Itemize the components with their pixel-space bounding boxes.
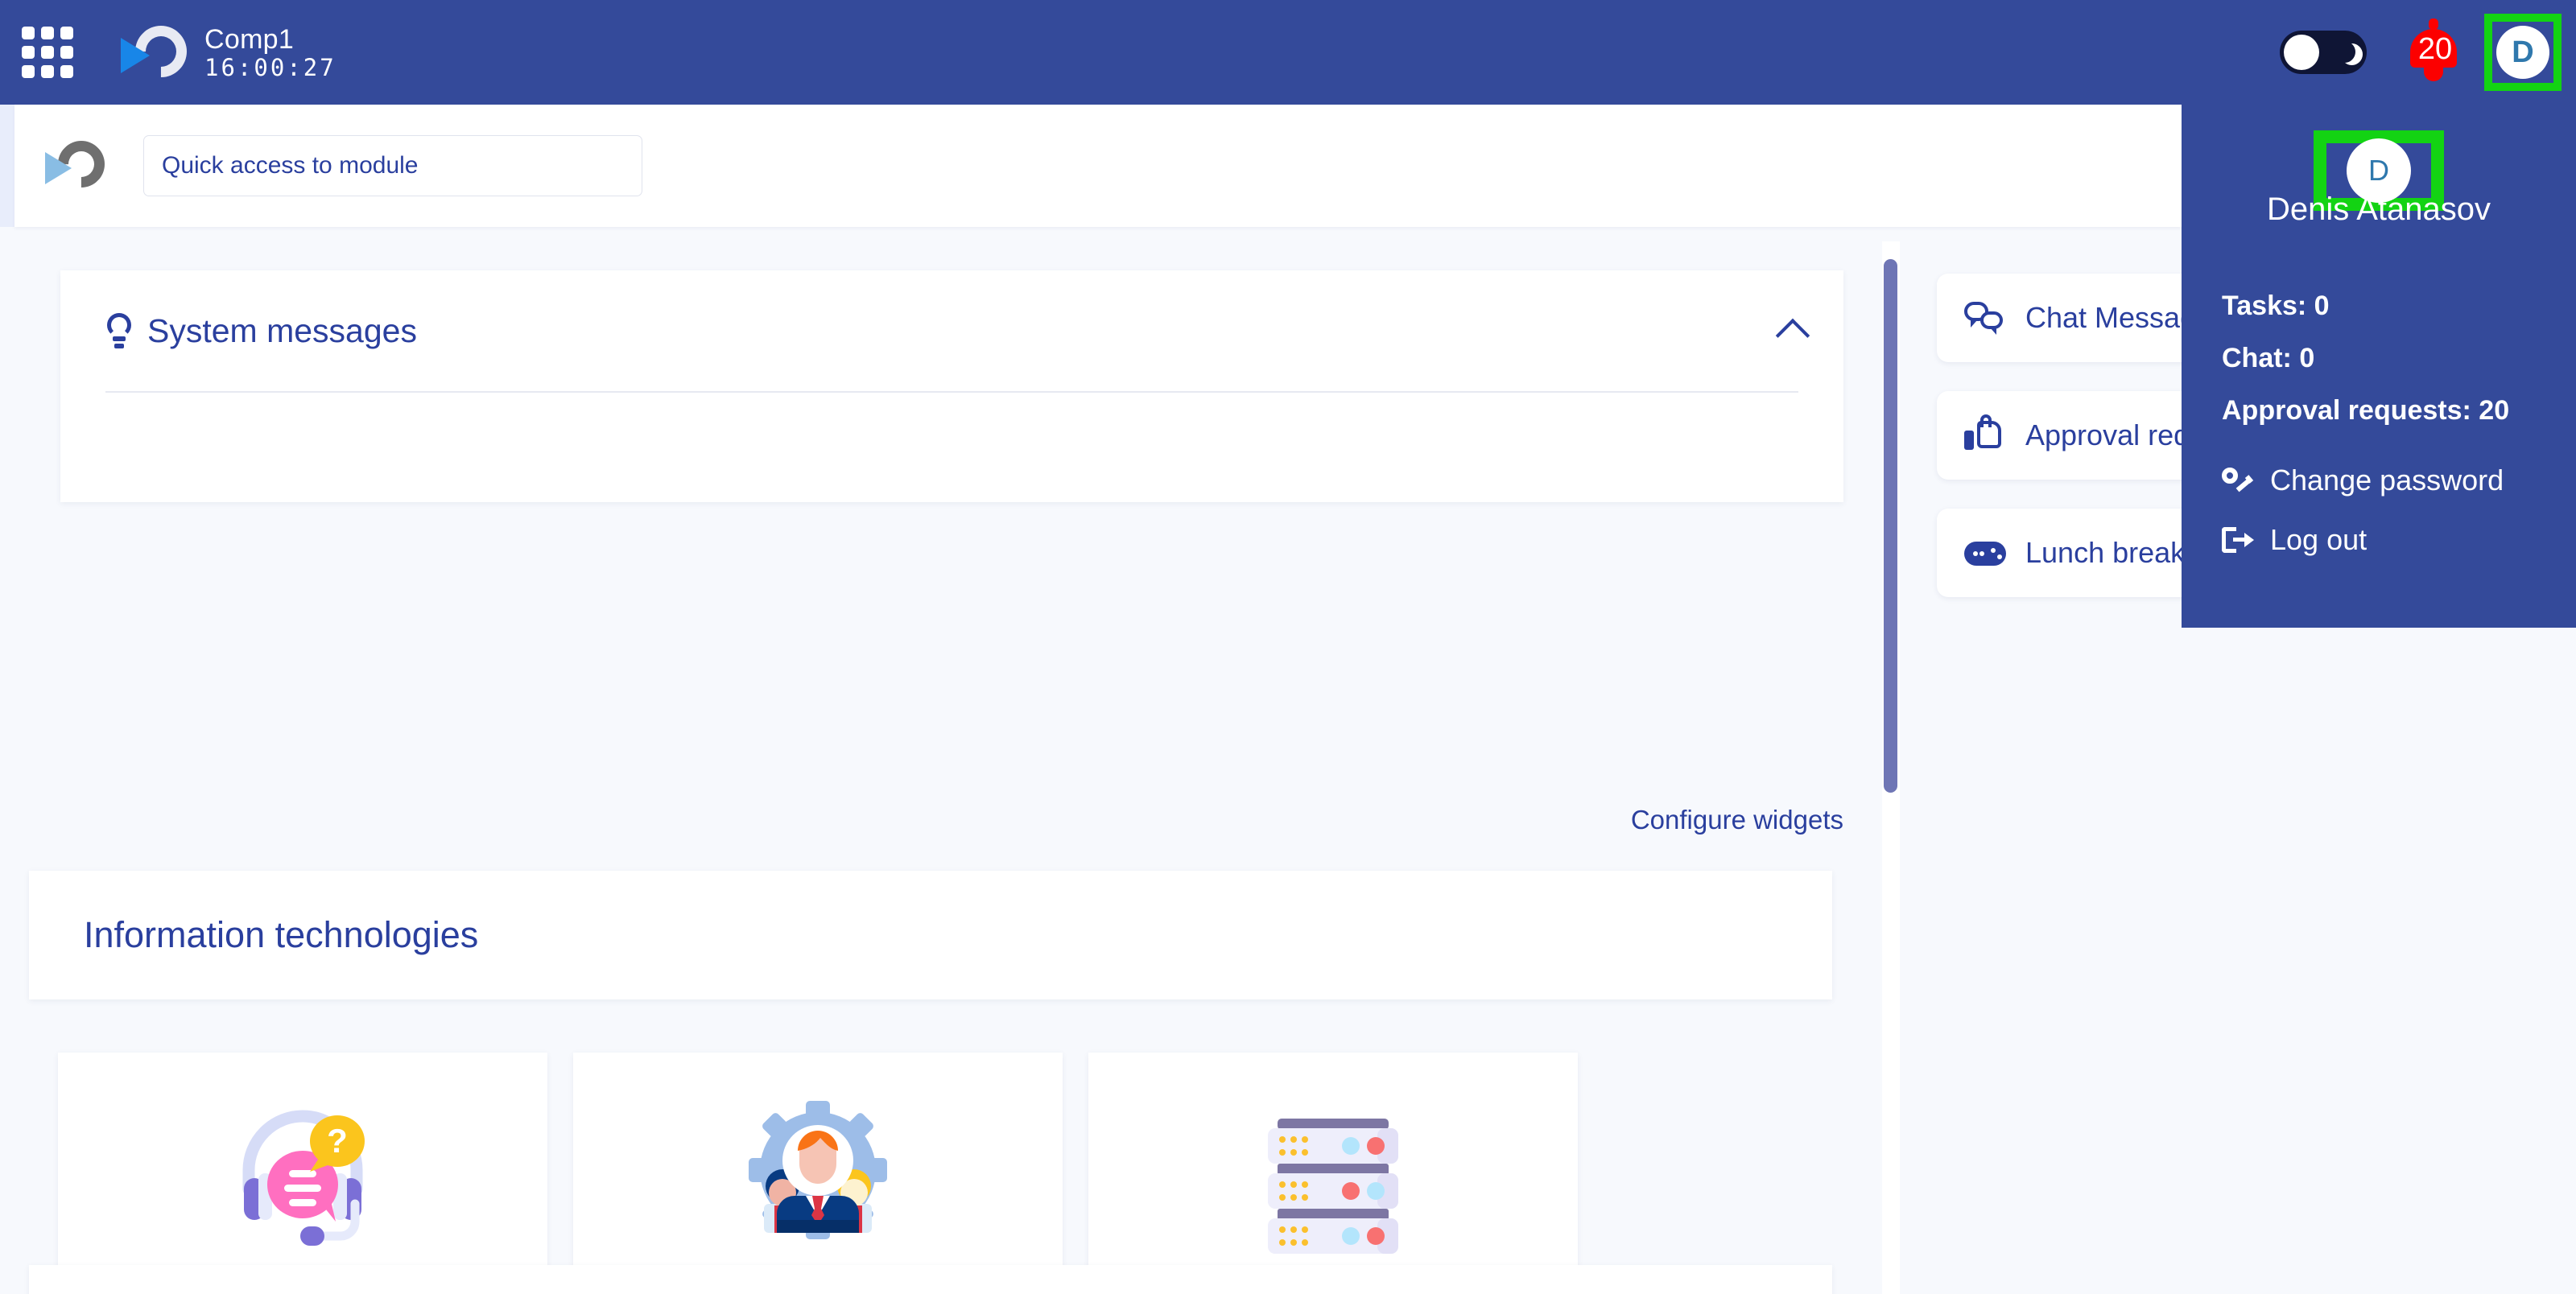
log-out-link[interactable]: Log out [2222,523,2576,557]
moon-icon [2334,41,2355,63]
tile-system-list[interactable]: System list [1088,1053,1578,1294]
scrollbar-thumb[interactable] [1884,259,1897,793]
app-root: Comp1 16:00:27 20 D Quick access to modu… [0,0,2576,1294]
gamepad-icon [1964,535,2006,571]
gear-people-illustration [725,1053,910,1286]
left-rail-accent [0,105,14,227]
section-header-card: Information technologies [29,871,1832,999]
lightbulb-icon [105,313,133,348]
quick-access-input[interactable] [143,135,642,196]
apps-grid-icon[interactable] [21,26,74,79]
header-actions: 20 D [2280,14,2576,91]
link-label: Log out [2270,523,2368,556]
avatar-highlight-box[interactable]: D [2484,14,2562,91]
clock-display: 16:00:27 [204,53,336,81]
dark-mode-toggle[interactable] [2280,31,2367,74]
play-refresh-logo-icon [121,14,198,89]
logout-icon [2222,525,2254,554]
chevron-up-icon[interactable] [1775,318,1810,353]
toggle-knob [2284,35,2319,70]
sidebar-item-label: Lunch break [2025,536,2186,569]
module-tiles: ? IT support [58,1053,1578,1294]
company-name: Comp1 [204,23,295,55]
top-header-bar: Comp1 16:00:27 20 D [0,0,2576,105]
configure-widgets-link[interactable]: Configure widgets [0,805,1843,835]
user-avatar[interactable]: D [2496,26,2549,79]
quick-access-bar [14,105,2182,227]
brand-text: Comp1 16:00:27 [204,24,336,81]
system-messages-header: System messages [60,270,1843,391]
system-messages-title: System messages [147,311,417,349]
chat-bubbles-icon [1964,300,2006,336]
dropdown-user-name: Denis Atanasov [2267,192,2491,227]
headset-support-illustration: ? [210,1053,395,1286]
thumbs-up-icon [1964,414,2006,453]
stat-tasks: Tasks: 0 [2222,291,2330,321]
stat-chat: Chat: 0 [2222,343,2315,373]
tile-it-support-administration[interactable]: It support administration [573,1053,1063,1294]
dropdown-links: Change password Log out [2182,464,2576,557]
main-content: System messages Configure widgets Inform… [0,241,1896,1294]
change-password-link[interactable]: Change password [2218,464,2576,497]
svg-text:?: ? [327,1122,348,1160]
server-rack-illustration [1241,1053,1426,1286]
notifications-button[interactable]: 20 [2404,19,2467,84]
system-messages-card: System messages [60,270,1843,502]
dropdown-stats: Tasks: 0 Chat: 0 Approval requests: 20 [2182,291,2576,427]
divider [105,391,1798,393]
key-icon [2218,464,2254,495]
play-refresh-grey-icon[interactable] [43,130,115,200]
section-title: Information technologies [84,914,479,955]
next-section-card [29,1265,1832,1294]
brand-block: Comp1 16:00:27 [121,14,336,89]
notification-count: 20 [2417,32,2453,66]
user-dropdown-panel: D Denis Atanasov Tasks: 0 Chat: 0 Approv… [2182,105,2576,628]
stat-approval-requests: Approval requests: 20 [2222,395,2510,426]
link-label: Change password [2270,464,2504,497]
tile-it-support[interactable]: ? IT support [58,1053,547,1294]
